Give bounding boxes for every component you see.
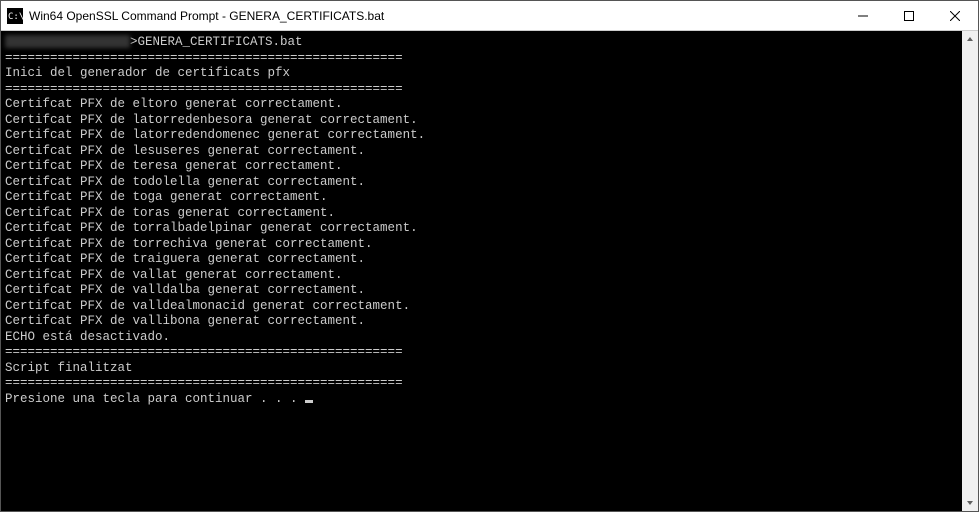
prompt-command: >GENERA_CERTIFICATS.bat bbox=[130, 35, 303, 49]
svg-text:C:\: C:\ bbox=[8, 12, 23, 22]
separator-line: ========================================… bbox=[5, 82, 958, 98]
cert-line: Certifcat PFX de vallibona generat corre… bbox=[5, 314, 958, 330]
scroll-down-button[interactable] bbox=[962, 495, 978, 511]
scrollbar-track[interactable] bbox=[962, 47, 978, 495]
cert-line: Certifcat PFX de traiguera generat corre… bbox=[5, 252, 958, 268]
cert-line: Certifcat PFX de latorredenbesora genera… bbox=[5, 113, 958, 129]
cert-line: Certifcat PFX de torrechiva generat corr… bbox=[5, 237, 958, 253]
echo-line: ECHO está desactivado. bbox=[5, 330, 958, 346]
cmd-icon: C:\ bbox=[7, 8, 23, 24]
window-title: Win64 OpenSSL Command Prompt - GENERA_CE… bbox=[29, 9, 840, 23]
vertical-scrollbar[interactable] bbox=[962, 31, 978, 511]
cert-line: Certifcat PFX de valldalba generat corre… bbox=[5, 283, 958, 299]
separator-line: ========================================… bbox=[5, 51, 958, 67]
cert-line: Certifcat PFX de teresa generat correcta… bbox=[5, 159, 958, 175]
cursor bbox=[305, 400, 313, 403]
cert-line: Certifcat PFX de toga generat correctame… bbox=[5, 190, 958, 206]
press-key-prompt: Presione una tecla para continuar . . . bbox=[5, 392, 305, 406]
close-button[interactable] bbox=[932, 1, 978, 30]
cert-line: Certifcat PFX de valldealmonacid generat… bbox=[5, 299, 958, 315]
header-line: Inici del generador de certificats pfx bbox=[5, 66, 958, 82]
maximize-button[interactable] bbox=[886, 1, 932, 30]
window-titlebar: C:\ Win64 OpenSSL Command Prompt - GENER… bbox=[1, 1, 978, 31]
cert-line: Certifcat PFX de latorredendomenec gener… bbox=[5, 128, 958, 144]
cert-line: Certifcat PFX de torralbadelpinar genera… bbox=[5, 221, 958, 237]
redacted-path bbox=[5, 35, 130, 48]
scroll-up-button[interactable] bbox=[962, 31, 978, 47]
separator-line: ========================================… bbox=[5, 376, 958, 392]
cert-line: Certifcat PFX de todolella generat corre… bbox=[5, 175, 958, 191]
cert-line: Certifcat PFX de vallat generat correcta… bbox=[5, 268, 958, 284]
cert-line: Certifcat PFX de toras generat correctam… bbox=[5, 206, 958, 222]
finished-line: Script finalitzat bbox=[5, 361, 958, 377]
cert-line: Certifcat PFX de eltoro generat correcta… bbox=[5, 97, 958, 113]
cert-line: Certifcat PFX de lesuseres generat corre… bbox=[5, 144, 958, 160]
minimize-button[interactable] bbox=[840, 1, 886, 30]
terminal-output[interactable]: >GENERA_CERTIFICATS.bat =================… bbox=[1, 31, 962, 511]
window-controls bbox=[840, 1, 978, 30]
separator-line: ========================================… bbox=[5, 345, 958, 361]
